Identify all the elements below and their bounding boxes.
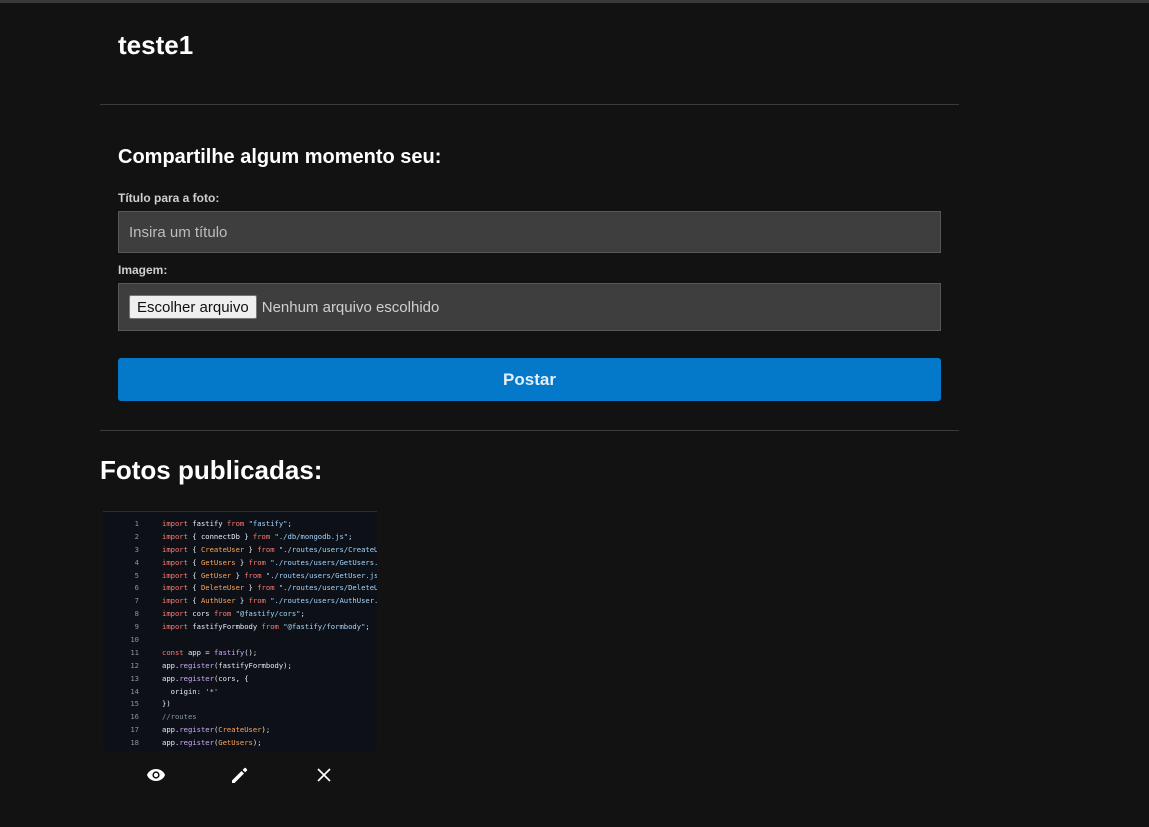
line-number: 8 [134, 609, 139, 619]
code-line: 4 import { GetUsers } from "./routes/user… [103, 557, 377, 570]
photo-thumbnail[interactable]: 1 import fastify from "fastify"; 2 import {… [103, 511, 377, 751]
code-line: 7 import { AuthUser } from "./routes/user… [103, 595, 377, 608]
code-text: import { GetUsers } from "./routes/users… [162, 557, 377, 567]
gallery-title: Fotos publicadas: [100, 455, 323, 485]
line-number: 2 [134, 531, 139, 541]
code-line: 11 const app = fastify(); [103, 647, 377, 660]
file-status-text: Nenhum arquivo escolhido [261, 298, 440, 316]
code-text: }) [162, 699, 171, 709]
code-text: import { connectDb } from "./db/mongodb.… [162, 531, 353, 541]
code-text: import { AuthUser } from "./routes/users… [162, 596, 377, 606]
code-text: import cors from "@fastify/cors"; [162, 609, 305, 619]
photo-title-label: Título para a foto: [118, 191, 220, 205]
code-text: app.register(fastifyFormbody); [162, 660, 292, 670]
line-number: 16 [130, 712, 139, 722]
line-number: 14 [130, 686, 139, 696]
line-number: 18 [130, 738, 139, 748]
page-title: teste1 [118, 30, 194, 60]
top-border [0, 0, 1149, 3]
line-number: 1 [134, 519, 139, 528]
code-line: 15}) [103, 698, 377, 711]
line-number: 17 [130, 725, 139, 735]
code-text: app.register(cors, { [162, 673, 249, 683]
code-text: const app = fastify(); [162, 647, 258, 657]
code-line: 17 app.register(CreateUser); [103, 724, 377, 737]
close-icon [317, 768, 331, 782]
code-text: import fastify from "fastify"; [162, 519, 292, 528]
code-line: 18 app.register(GetUsers); [103, 737, 377, 750]
code-line: 5 import { GetUser } from "./routes/users… [103, 570, 377, 583]
line-number: 15 [130, 699, 139, 709]
code-line: 3 import { CreateUser } from "./routes/us… [103, 544, 377, 557]
pencil-icon [232, 767, 248, 783]
code-text: import { CreateUser } from "./routes/use… [162, 544, 377, 554]
code-line: 12 app.register(fastifyFormbody); [103, 660, 377, 673]
photo-actions [103, 760, 377, 790]
code-text: app.register(GetUsers); [162, 738, 262, 748]
eye-icon [147, 769, 165, 781]
code-line: 6 import { DeleteUser } from "./routes/us… [103, 582, 377, 595]
image-file-input[interactable]: Escolher arquivo Nenhum arquivo escolhid… [118, 283, 941, 331]
code-text: import fastifyFormbody from "@fastify/fo… [162, 622, 370, 632]
line-number: 4 [134, 557, 139, 567]
line-number: 6 [134, 583, 139, 593]
line-number: 11 [130, 647, 139, 657]
code-text: import { DeleteUser } from "./routes/use… [162, 583, 377, 593]
form-title: Compartilhe algum momento seu: [118, 146, 442, 168]
code-line: 14 origin: '*' [103, 686, 377, 699]
code-screenshot: 1 import fastify from "fastify"; 2 import {… [103, 512, 377, 750]
code-text: //routes [162, 712, 197, 722]
edit-photo-button[interactable] [225, 760, 255, 790]
code-line: 13 app.register(cors, { [103, 673, 377, 686]
post-button[interactable]: Postar [118, 358, 941, 401]
code-line: 9 import fastifyFormbody from "@fastify/f… [103, 621, 377, 634]
photo-title-input[interactable] [118, 211, 941, 253]
code-line: 2 import { connectDb } from "./db/mongodb… [103, 531, 377, 544]
code-text: origin: '*' [162, 686, 219, 696]
line-number: 5 [134, 570, 139, 580]
code-line: 16 //routes [103, 711, 377, 724]
code-line: 10 [103, 634, 377, 647]
choose-file-button[interactable]: Escolher arquivo [129, 295, 257, 319]
line-number: 7 [134, 596, 139, 606]
delete-photo-button[interactable] [309, 760, 339, 790]
code-line: 1 import fastify from "fastify"; [103, 518, 377, 531]
code-line: 8 import cors from "@fastify/cors"; [103, 608, 377, 621]
line-number: 3 [134, 544, 139, 554]
image-label: Imagem: [118, 263, 168, 277]
line-number: 10 [130, 635, 139, 645]
view-photo-button[interactable] [141, 760, 171, 790]
line-number: 9 [134, 622, 139, 632]
line-number: 13 [130, 673, 139, 683]
code-text: import { GetUser } from "./routes/users/… [162, 570, 377, 580]
form-divider [100, 430, 959, 431]
line-number: 12 [130, 660, 139, 670]
code-text: app.register(CreateUser); [162, 725, 271, 735]
header-divider [100, 104, 959, 105]
